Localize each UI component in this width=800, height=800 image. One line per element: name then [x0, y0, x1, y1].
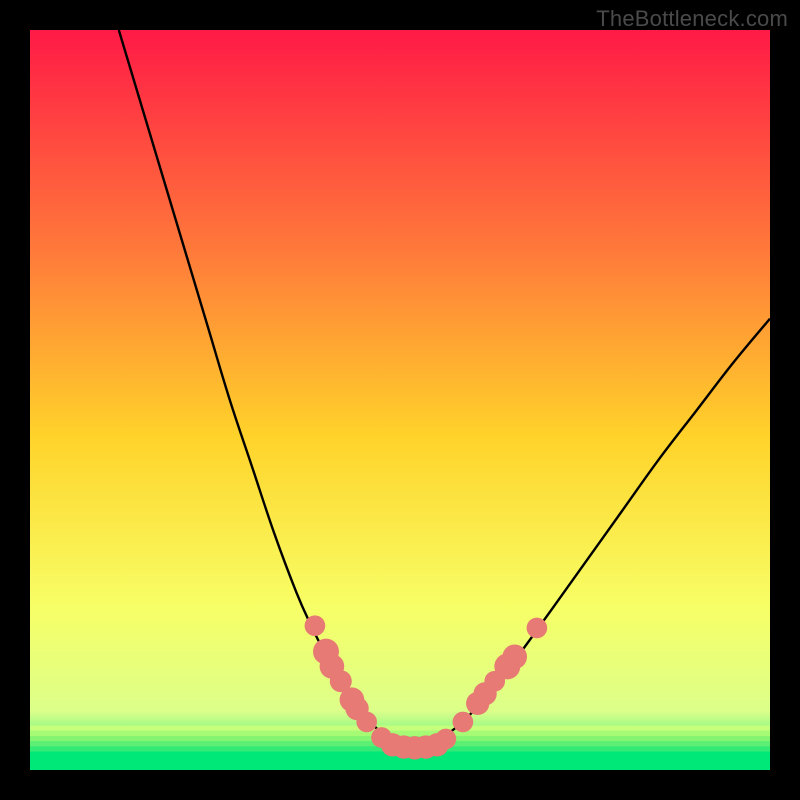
data-marker — [502, 644, 527, 669]
data-marker — [453, 712, 474, 733]
gradient-background — [30, 30, 770, 770]
data-marker — [356, 712, 377, 733]
watermark-label: TheBottleneck.com — [596, 6, 788, 32]
bottleneck-chart — [30, 30, 770, 770]
data-marker — [527, 618, 548, 639]
data-marker — [436, 729, 457, 750]
data-marker — [305, 615, 326, 636]
stripe — [30, 726, 770, 731]
chart-frame: TheBottleneck.com — [0, 0, 800, 800]
stripe — [30, 731, 770, 736]
